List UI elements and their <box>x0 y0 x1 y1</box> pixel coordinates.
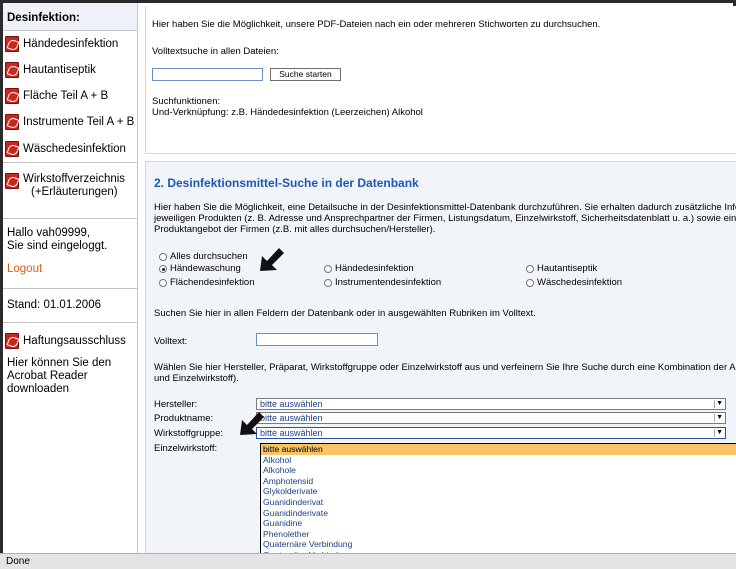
einzelwirkstoff-label: Einzelwirkstoff: <box>154 443 218 454</box>
stand-section: Stand: 01.01.2006 <box>3 289 137 323</box>
dropdown-option[interactable]: Alkohole <box>261 465 736 476</box>
logout-link[interactable]: Logout <box>3 263 137 275</box>
stand-date: Stand: 01.01.2006 <box>7 299 101 311</box>
pdf-search-box: Hier haben Sie die Möglichkeit, unsere P… <box>145 6 736 154</box>
radio-label: Alles durchsuchen <box>170 251 248 262</box>
dropdown-option[interactable]: bitte auswählen <box>261 444 736 455</box>
sidebar-item-label: Hautantiseptik <box>23 64 96 76</box>
pdf-icon <box>5 173 19 189</box>
radio-haendewaschung[interactable]: Händewaschung <box>159 263 241 274</box>
fields-text: Suchen Sie hier in allen Feldern der Dat… <box>154 308 536 319</box>
combo-text-line1: Wählen Sie hier Hersteller, Präparat, Wi… <box>154 362 736 373</box>
dropdown-option[interactable]: Phenolether <box>261 529 736 540</box>
dropdown-option[interactable]: Guanidinderivate <box>261 508 736 519</box>
wirkstoff-label-2: (+Erläuterungen) <box>31 186 118 198</box>
pdf-search-intro: Hier haben Sie die Möglichkeit, unsere P… <box>152 19 601 30</box>
search-functions-title: Suchfunktionen: <box>152 96 221 107</box>
browser-frame: Desinfektion: Händedesinfektion Hautanti… <box>0 0 736 569</box>
produktname-select-value: bitte auswählen <box>260 413 323 423</box>
radio-label: Instrumentendesinfektion <box>335 277 442 288</box>
dropdown-option[interactable]: Amphotensid <box>261 476 736 487</box>
radio-label: Flächendesinfektion <box>170 277 255 288</box>
annotation-arrow-icon <box>260 248 284 271</box>
combo-text-line2: und Einzelwirkstoff). <box>154 373 239 384</box>
dropdown-option[interactable]: Alkohol <box>261 455 736 466</box>
main-content: Hier haben Sie die Möglichkeit, unsere P… <box>142 6 736 560</box>
search-start-button[interactable]: Suche starten <box>270 68 341 81</box>
dropdown-arrow-icon: ▼ <box>714 400 723 408</box>
sidebar-item-label: Fläche Teil A + B <box>23 90 109 102</box>
acrobat-text-1: Hier können Sie den <box>7 357 112 369</box>
radio-alles-durchsuchen[interactable]: Alles durchsuchen <box>159 251 248 262</box>
search-functions-text: Und-Verknüpfung: z.B. Händedesinfektion … <box>152 107 423 118</box>
haftung-label: Haftungsausschluss <box>23 335 126 347</box>
dropdown-arrow-icon: ▼ <box>714 414 723 422</box>
sidebar-item-label: Instrumente Teil A + B <box>23 116 135 128</box>
sidebar-wirkstoffverzeichnis[interactable]: Wirkstoffverzeichnis (+Erläuterungen) <box>3 163 137 219</box>
sidebar-item-flaeche[interactable]: Fläche Teil A + B <box>3 83 137 109</box>
sidebar-item-label: Wäschedesinfektion <box>23 142 126 155</box>
hersteller-label: Hersteller: <box>154 399 198 410</box>
login-greeting: Hallo vah09999, <box>7 227 91 239</box>
dropdown-arrow-icon: ▼ <box>714 429 723 437</box>
radio-label: Wäschedesinfektion <box>537 277 623 288</box>
radio-label: Händedesinfektion <box>335 263 414 274</box>
pdf-icon <box>5 114 19 130</box>
sidebar-item-instrumente[interactable]: Instrumente Teil A + B <box>3 109 137 135</box>
pdf-search-label: Volltextsuche in allen Dateien: <box>152 46 279 57</box>
section-heading: 2. Desinfektionsmittel-Suche in der Date… <box>154 176 419 190</box>
wirkstoffgruppe-select[interactable]: bitte auswählen ▼ <box>256 427 726 439</box>
hersteller-select-value: bitte auswählen <box>260 399 323 409</box>
dropdown-option[interactable]: Glykolderivate <box>261 486 736 497</box>
sidebar: Desinfektion: Händedesinfektion Hautanti… <box>3 3 138 556</box>
db-intro-line3: Produktangebot der Firmen (z.B. mit alle… <box>154 224 436 235</box>
database-search-box: 2. Desinfektionsmittel-Suche in der Date… <box>145 161 736 560</box>
sidebar-item-hautantiseptik[interactable]: Hautantiseptik <box>3 57 137 83</box>
sidebar-item-waeschedesinfektion[interactable]: Wäschedesinfektion <box>3 135 137 163</box>
wirkstoffgruppe-select-value: bitte auswählen <box>260 428 323 438</box>
pdf-search-input[interactable] <box>152 68 263 81</box>
login-status: Sie sind eingeloggt. <box>7 240 108 252</box>
acrobat-link[interactable]: Hier können Sie den Acrobat Reader downl… <box>3 357 137 396</box>
volltext-input[interactable] <box>256 333 378 346</box>
sidebar-title: Desinfektion: <box>3 3 137 31</box>
pdf-icon <box>5 62 19 78</box>
haftung-link[interactable]: Haftungsausschluss <box>3 331 137 351</box>
pdf-icon <box>5 88 19 104</box>
dropdown-option[interactable]: Guanidinderivat <box>261 497 736 508</box>
radio-label: Hautantiseptik <box>537 263 598 274</box>
annotation-arrow-icon <box>240 412 264 435</box>
dropdown-option[interactable]: Guanidine <box>261 518 736 529</box>
haftung-section: Haftungsausschluss Hier können Sie den A… <box>3 323 137 396</box>
radio-label: Händewaschung <box>170 263 241 274</box>
radio-haendedesinfektion[interactable]: Händedesinfektion <box>324 263 414 274</box>
wirkstoffgruppe-label: Wirkstoffgruppe: <box>154 428 223 439</box>
pdf-icon <box>5 36 19 52</box>
radio-instrumentendesinfektion[interactable]: Instrumentendesinfektion <box>324 277 441 288</box>
login-section: Hallo vah09999, Sie sind eingeloggt. Log… <box>3 219 137 289</box>
browser-statusbar: Done <box>0 553 736 569</box>
radio-waeschedesinfektion[interactable]: Wäschedesinfektion <box>526 277 622 288</box>
pdf-icon <box>5 140 19 157</box>
db-intro-line1: Hier haben Sie die Möglichkeit, eine Det… <box>154 202 736 213</box>
acrobat-text-3: downloaden <box>7 383 70 395</box>
dropdown-option[interactable]: Quaternäre Verbindung <box>261 539 736 550</box>
radio-flaechendesinfektion[interactable]: Flächendesinfektion <box>159 277 255 288</box>
produktname-label: Produktname: <box>154 413 214 424</box>
wirkstoffgruppe-dropdown-list: bitte auswählen Alkohol Alkohole Amphote… <box>260 443 736 560</box>
hersteller-select[interactable]: bitte auswählen ▼ <box>256 398 726 410</box>
acrobat-text-2: Acrobat Reader <box>7 370 88 382</box>
sidebar-item-haendedesinfektion[interactable]: Händedesinfektion <box>3 31 137 57</box>
pdf-icon <box>5 333 19 349</box>
db-intro-line2: jeweiligen Produkten (z. B. Adresse und … <box>154 213 736 224</box>
volltext-label: Volltext: <box>154 336 188 347</box>
sidebar-item-label: Händedesinfektion <box>23 38 119 50</box>
radio-hautantiseptik[interactable]: Hautantiseptik <box>526 263 597 274</box>
produktname-select[interactable]: bitte auswählen ▼ <box>256 412 726 424</box>
wirkstoff-label-1: Wirkstoffverzeichnis <box>23 173 126 185</box>
